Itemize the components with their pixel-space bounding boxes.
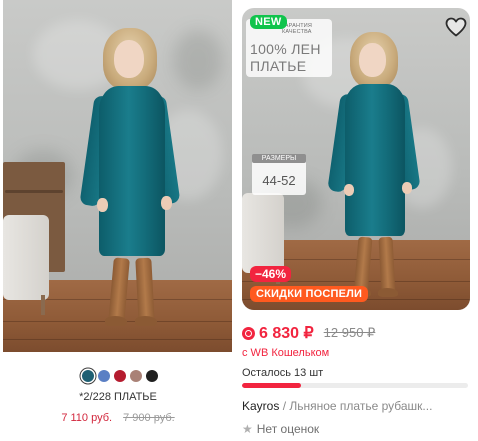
quality-line-2: ПЛАТЬЕ xyxy=(250,58,307,74)
sizes-label: РАЗМЕРЫ xyxy=(252,154,306,163)
stock-text: Осталось 13 шт xyxy=(242,367,324,379)
star-icon: ★ xyxy=(242,422,253,436)
new-badge: NEW xyxy=(250,15,287,29)
promo-badge: СКИДКИ ПОСПЕЛИ xyxy=(250,286,369,302)
product-name-line[interactable]: Kayros / Льняное платье рубашк... xyxy=(242,399,474,413)
color-swatch[interactable] xyxy=(146,370,158,382)
price-block: 7 110 руб. 7 900 руб. xyxy=(0,412,236,424)
current-price: 7 110 руб. xyxy=(61,412,113,424)
quality-kicker: ГАРАНТИЯ КАЧЕСТВА xyxy=(282,23,313,35)
wb-wallet-icon xyxy=(242,326,255,340)
sizes-value: 44-52 xyxy=(262,173,296,188)
sizes-overlay: РАЗМЕРЫ 44-52 xyxy=(252,154,306,195)
color-swatch[interactable] xyxy=(98,370,110,382)
rating-text: Нет оценок xyxy=(256,422,320,436)
product-card-right[interactable]: ГАРАНТИЯ КАЧЕСТВА 100% ЛЕН ПЛАТЬЕ РАЗМЕР… xyxy=(242,0,478,441)
rating-block: ★ Нет оценок xyxy=(242,422,319,436)
wallet-note: с WB Кошельком xyxy=(242,347,330,359)
quality-line-1: 100% ЛЕН xyxy=(250,41,321,57)
current-price: 6 830 ₽ xyxy=(259,325,314,342)
heart-outline-icon[interactable] xyxy=(444,15,468,39)
model-figure xyxy=(75,28,185,338)
old-price: 12 950 ₽ xyxy=(323,325,376,340)
stock-progress-fill xyxy=(242,383,301,388)
product-title[interactable]: *2/228 ПЛАТЬЕ xyxy=(0,391,236,403)
product-photo-right[interactable]: ГАРАНТИЯ КАЧЕСТВА 100% ЛЕН ПЛАТЬЕ РАЗМЕР… xyxy=(242,8,470,310)
price-row: 6 830 ₽ 12 950 ₽ xyxy=(242,323,375,343)
color-swatch[interactable] xyxy=(114,370,126,382)
product-card-left[interactable]: *2/228 ПЛАТЬЕ 7 110 руб. 7 900 руб. xyxy=(0,0,236,441)
color-swatches xyxy=(82,370,158,382)
brand-name[interactable]: Kayros xyxy=(242,399,279,413)
color-swatch[interactable] xyxy=(130,370,142,382)
stock-progress-bar xyxy=(242,383,468,388)
old-price: 7 900 руб. xyxy=(123,412,175,424)
brand-separator: / xyxy=(279,399,290,413)
model-figure xyxy=(324,32,424,306)
discount-badge: −46% xyxy=(250,266,292,282)
product-name[interactable]: Льняное платье рубашк... xyxy=(289,399,432,413)
color-swatch[interactable] xyxy=(82,370,94,382)
product-photo-left[interactable] xyxy=(3,0,232,352)
